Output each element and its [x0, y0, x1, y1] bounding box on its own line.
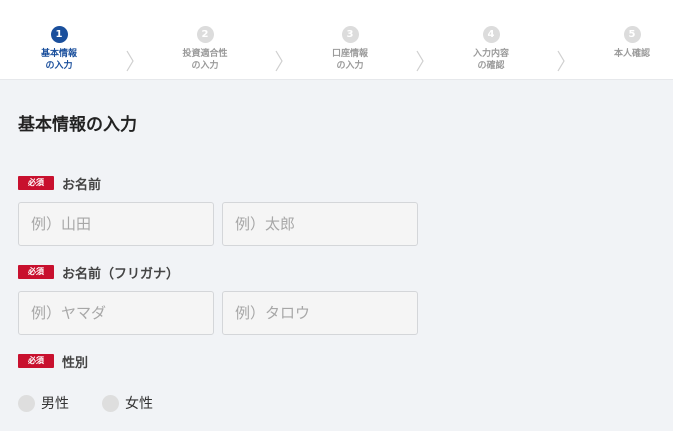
chevron-right-icon — [416, 50, 424, 72]
radio-button[interactable] — [18, 394, 35, 412]
radio-button[interactable] — [102, 394, 119, 412]
name-kana-field-header: 必須 お名前（フリガナ） — [18, 264, 180, 282]
page-title: 基本情報の入力 — [18, 115, 137, 135]
required-badge: 必須 — [18, 176, 54, 190]
last-name-input[interactable] — [18, 202, 214, 246]
step-label: 基本情報 の入力 — [40, 49, 77, 71]
step-label: 入力内容 の確認 — [472, 49, 509, 71]
step-number: 4 — [482, 26, 500, 43]
chevron-right-icon — [275, 50, 283, 72]
step-label: 投資適合性 の入力 — [182, 49, 228, 71]
radio-label: 女性 — [125, 396, 153, 412]
chevron-right-icon — [557, 50, 565, 72]
name-label: お名前 — [62, 177, 102, 193]
gender-label: 性別 — [62, 355, 89, 371]
progress-stepper: 1 基本情報 の入力 2 投資適合性 の入力 3 口座情報 の入力 4 入力内容… — [0, 0, 673, 80]
step-3: 3 口座情報 の入力 — [295, 26, 405, 72]
gender-option-female[interactable]: 女性 — [102, 393, 153, 413]
step-5: 5 本人確認 — [577, 26, 673, 60]
name-kana-label: お名前（フリガナ） — [62, 266, 180, 282]
step-number: 3 — [341, 26, 359, 43]
gender-field-header: 必須 性別 — [18, 353, 89, 371]
required-badge: 必須 — [18, 265, 54, 279]
step-2: 2 投資適合性 の入力 — [150, 26, 260, 72]
step-number: 5 — [623, 26, 641, 43]
radio-label: 男性 — [41, 396, 69, 412]
step-label: 口座情報 の入力 — [331, 49, 368, 71]
step-number: 2 — [196, 26, 214, 43]
chevron-right-icon — [126, 50, 134, 72]
step-4: 4 入力内容 の確認 — [436, 26, 546, 72]
first-name-kana-input[interactable] — [222, 291, 418, 335]
gender-option-male[interactable]: 男性 — [18, 393, 69, 413]
required-badge: 必須 — [18, 354, 54, 368]
step-label: 本人確認 — [613, 49, 650, 59]
name-field-header: 必須 お名前 — [18, 175, 102, 193]
last-name-kana-input[interactable] — [18, 291, 214, 335]
step-1: 1 基本情報 の入力 — [4, 26, 114, 72]
first-name-input[interactable] — [222, 202, 418, 246]
step-number: 1 — [50, 26, 68, 43]
